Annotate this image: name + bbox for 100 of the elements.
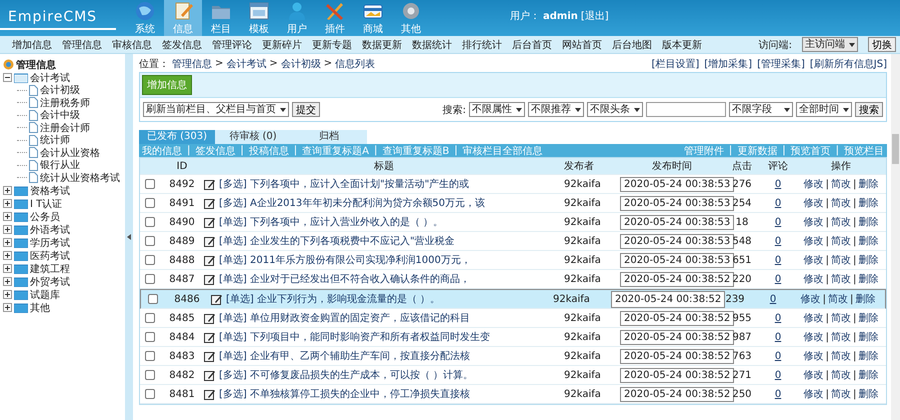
edit-icon[interactable] bbox=[204, 332, 215, 342]
tree-item[interactable]: 银行从业 bbox=[40, 158, 80, 172]
menu-link[interactable]: 签发信息 bbox=[162, 38, 202, 52]
row-action-link[interactable]: 简改 bbox=[831, 313, 851, 324]
tree-item[interactable]: 统计师 bbox=[40, 133, 70, 148]
search-field[interactable] bbox=[646, 102, 726, 117]
tree-item[interactable]: 统计从业资格考试 bbox=[40, 170, 120, 185]
menu-link[interactable]: 管理信息 bbox=[62, 38, 102, 52]
edit-icon[interactable] bbox=[204, 178, 215, 190]
tree-item[interactable]: 会计从业资格 bbox=[40, 146, 100, 160]
row-action-link[interactable]: 删除 bbox=[858, 198, 878, 209]
row-action-link[interactable]: 简改 bbox=[831, 389, 851, 400]
edit-icon[interactable] bbox=[211, 294, 222, 304]
row-action-link[interactable]: 删除 bbox=[858, 370, 878, 381]
time-field[interactable]: 2020-05-24 00:38:52 bbox=[620, 368, 734, 382]
tree-item[interactable]: 公务员 bbox=[30, 210, 60, 224]
menu-link[interactable]: 版本更新 bbox=[662, 38, 702, 52]
expander-icon[interactable] bbox=[3, 251, 12, 260]
tree-item[interactable]: 管理信息 bbox=[16, 58, 56, 72]
row-action-link[interactable]: 修改 bbox=[804, 217, 824, 228]
scrollbar[interactable] bbox=[891, 54, 900, 420]
comments-link[interactable]: 0 bbox=[774, 198, 782, 208]
time-field[interactable]: 2020-05-24 00:38:53 bbox=[620, 234, 734, 248]
table-row[interactable]: 8489 [单选] 企业发生的下列各项税费中不应记入"营业税金 92kaifa 2020-05-24 00:38:53 548 0 修改 | 简改 | 删除 bbox=[140, 232, 886, 251]
menu-link[interactable]: 网站首页 bbox=[562, 38, 602, 52]
tree-item[interactable]: I T认证 bbox=[30, 196, 62, 210]
edit-icon[interactable] bbox=[204, 370, 215, 380]
tree-item[interactable]: 会计初级 bbox=[40, 83, 80, 98]
comments-link[interactable]: 0 bbox=[774, 254, 782, 266]
row-action-link[interactable]: 修改 bbox=[804, 255, 824, 266]
table-row[interactable]: 8484 [单选] 下列项目中，能同时影响资产和所有者权益同时发生变 92kaifa 2020-05-24 00:38:52 987 0 修改 | 简改 | 删除 bbox=[140, 328, 886, 347]
row-action-link[interactable]: 简改 bbox=[831, 198, 851, 209]
row-checkbox[interactable] bbox=[145, 198, 155, 208]
table-row[interactable]: 8485 [单选] 单位用财政资金购置的固定资产，应该借记的科目 92kaifa 2020-05-24 00:38:52 955 0 修改 | 简改 | 删除 bbox=[140, 309, 886, 328]
table-row[interactable]: 8481 [多选] 不单独核算停工损失的企业中，停工净损失直接核 92kaifa 2020-05-24 00:38:52 250 0 修改 | 简改 | 删除 bbox=[140, 385, 886, 404]
row-action-link[interactable]: 删除 bbox=[858, 255, 878, 266]
logout-link[interactable]: [退出] bbox=[580, 9, 609, 23]
time-field[interactable]: 2020-05-24 00:38:52 bbox=[620, 386, 734, 402]
comments-link[interactable]: 0 bbox=[774, 332, 782, 342]
menu-link[interactable]: 更新碎片 bbox=[262, 38, 302, 52]
tab[interactable]: 待审核 (0) bbox=[215, 130, 291, 144]
table-row[interactable]: 8492 [多选] 下列各项中，应计入全面计划"按量活动"产生的或 92kaifa 2020-05-24 00:38:53 276 0 修改 | 简改 | 删除 bbox=[140, 175, 886, 194]
title-link[interactable]: [单选] 企业对于已经发出但不符合收入确认条件的商品， bbox=[219, 272, 470, 286]
title-link[interactable]: [单选] 下列各项中，应计入营业外收入的是（ ）。 bbox=[219, 215, 444, 229]
title-link[interactable]: [单选] 企业下列行为，影响现金流量的是（ ）。 bbox=[226, 292, 440, 306]
filter-dropdown[interactable]: 不限属性 bbox=[469, 102, 525, 117]
title-link[interactable]: [单选] 下列项目中，能同时影响资产和所有者权益同时发生变 bbox=[219, 330, 490, 344]
tree-item[interactable]: 医药考试 bbox=[30, 248, 70, 262]
table-row[interactable]: 8490 [单选] 下列各项中，应计入营业外收入的是（ ）。 92kaifa 2020-05-24 00:38:53 18 0 修改 | 简改 | 删除 bbox=[140, 213, 886, 232]
row-action-link[interactable]: 简改 bbox=[831, 332, 851, 343]
row-action-link[interactable]: 修改 bbox=[804, 179, 824, 190]
tree-item[interactable]: 注册会计师 bbox=[40, 120, 90, 135]
switch-button[interactable]: 切换 bbox=[868, 37, 896, 52]
time-dropdown[interactable]: 全部时间 bbox=[796, 102, 852, 117]
tree-item[interactable]: 会计考试 bbox=[30, 70, 70, 84]
tree-item[interactable]: 外贸考试 bbox=[30, 274, 70, 288]
row-action-link[interactable]: 简改 bbox=[828, 294, 848, 304]
menu-link[interactable]: 管理评论 bbox=[212, 38, 252, 52]
row-action-link[interactable]: 删除 bbox=[858, 179, 878, 190]
menu-link[interactable]: 排行统计 bbox=[462, 38, 502, 52]
tree-item[interactable]: 外语考试 bbox=[30, 222, 70, 236]
row-action-link[interactable]: 删除 bbox=[855, 294, 876, 304]
row-action-link[interactable]: 删除 bbox=[858, 351, 878, 362]
row-action-link[interactable]: 简改 bbox=[831, 179, 851, 190]
top-link[interactable]: [管理采集] bbox=[757, 56, 805, 70]
expander-icon[interactable] bbox=[3, 238, 12, 247]
row-checkbox[interactable] bbox=[145, 255, 155, 265]
breadcrumb-link[interactable]: 会计考试 bbox=[226, 56, 266, 70]
menu-link[interactable]: 数据统计 bbox=[412, 38, 452, 52]
row-checkbox[interactable] bbox=[145, 389, 155, 399]
row-checkbox[interactable] bbox=[145, 274, 155, 284]
row-action-link[interactable]: 修改 bbox=[804, 274, 824, 285]
table-row[interactable]: 8483 [单选] 企业有甲、乙两个辅助生产车间，按直接分配法核 92kaifa 2020-05-24 00:38:52 763 0 修改 | 简改 | 删除 bbox=[140, 347, 886, 366]
row-checkbox[interactable] bbox=[148, 294, 158, 304]
row-checkbox[interactable] bbox=[145, 313, 155, 323]
row-action-link[interactable]: 修改 bbox=[804, 313, 824, 324]
row-action-link[interactable]: 删除 bbox=[858, 274, 878, 285]
edit-icon[interactable] bbox=[204, 254, 215, 266]
comments-link[interactable]: 0 bbox=[774, 236, 782, 246]
filter-dropdown[interactable]: 不限推荐 bbox=[528, 102, 584, 117]
row-checkbox[interactable] bbox=[145, 179, 155, 189]
tab[interactable]: 归档 bbox=[291, 130, 367, 144]
edit-icon[interactable] bbox=[204, 198, 215, 208]
edit-icon[interactable] bbox=[204, 350, 215, 362]
tree-item[interactable]: 会计中级 bbox=[40, 108, 80, 122]
menu-link[interactable]: 审核信息 bbox=[112, 38, 152, 52]
row-checkbox[interactable] bbox=[145, 217, 155, 227]
expander-icon[interactable] bbox=[3, 264, 12, 273]
time-field[interactable]: 2020-05-24 00:38:53 bbox=[620, 176, 734, 192]
row-action-link[interactable]: 修改 bbox=[804, 332, 824, 343]
row-action-link[interactable]: 删除 bbox=[858, 236, 878, 247]
row-checkbox[interactable] bbox=[145, 351, 155, 361]
row-action-link[interactable]: 简改 bbox=[831, 255, 851, 266]
table-row[interactable]: 8486 [单选] 企业下列行为，影响现金流量的是（ ）。 92kaifa 2020-05-24 00:38:52 239 0 修改 | 简改 | 删除 bbox=[140, 289, 886, 309]
title-link[interactable]: [单选] 企业发生的下列各项税费中不应记入"营业税金 bbox=[219, 234, 455, 248]
row-action-link[interactable]: 修改 bbox=[804, 370, 824, 381]
row-action-link[interactable]: 简改 bbox=[831, 274, 851, 285]
comments-link[interactable]: 0 bbox=[770, 294, 776, 304]
expander-icon[interactable] bbox=[3, 225, 12, 234]
expander-icon[interactable] bbox=[3, 73, 12, 82]
